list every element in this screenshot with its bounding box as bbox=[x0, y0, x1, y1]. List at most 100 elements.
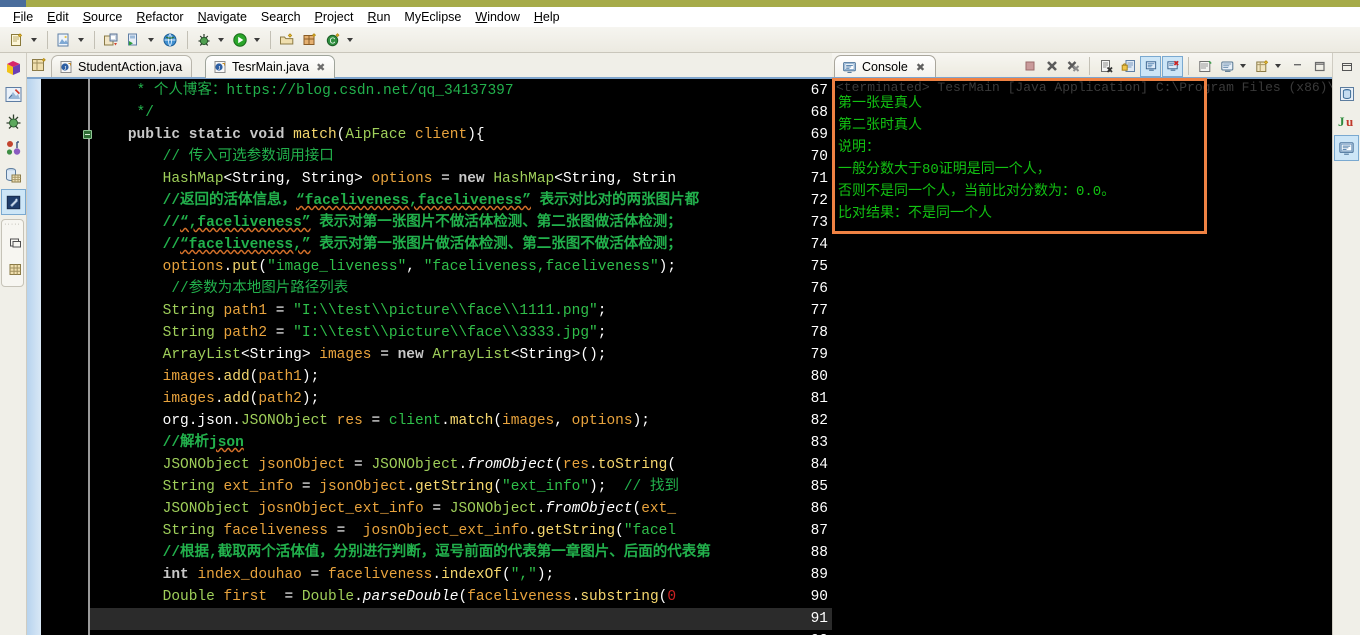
line-number: 91 bbox=[810, 611, 828, 627]
editor-area: J StudentAction.java J TesrMain.java ✖ *… bbox=[27, 53, 832, 635]
close-icon[interactable]: ✖ bbox=[316, 61, 325, 74]
console-scrollbar[interactable] bbox=[1318, 105, 1332, 635]
maximize-icon[interactable] bbox=[1309, 56, 1330, 77]
outline-icon[interactable] bbox=[3, 256, 28, 282]
show-console-on-error-icon[interactable] bbox=[1162, 55, 1183, 77]
menu-item-project[interactable]: Project bbox=[308, 8, 361, 27]
new-wizard-icon[interactable] bbox=[6, 29, 28, 51]
code-editor[interactable]: * 个人博客：https://blog.csdn.net/qq_34137397… bbox=[27, 79, 832, 635]
line-number: 92 bbox=[786, 630, 828, 635]
editor-tab-label: TesrMain.java bbox=[232, 60, 310, 74]
print-dropdown-caret[interactable] bbox=[76, 29, 85, 51]
code-line: //返回的活体信息，“faceliveness,faceliveness” 表示… bbox=[93, 193, 700, 209]
open-type-icon[interactable] bbox=[276, 29, 298, 51]
menu-item-help[interactable]: Help bbox=[527, 8, 567, 27]
java-editor-icon[interactable] bbox=[1, 189, 26, 215]
console-toolbar bbox=[1018, 55, 1330, 77]
close-icon[interactable]: ✖ bbox=[916, 61, 925, 74]
pin-console-icon[interactable] bbox=[1252, 56, 1273, 77]
open-browser-icon[interactable] bbox=[159, 29, 181, 51]
external-tools-caret[interactable] bbox=[146, 29, 155, 51]
code-line: ArrayList<String> images = new ArrayList… bbox=[162, 347, 607, 363]
line-number: 83 bbox=[810, 435, 828, 451]
annotation-ruler[interactable] bbox=[27, 79, 41, 635]
minimize-icon[interactable] bbox=[1287, 56, 1308, 77]
clear-console-icon[interactable] bbox=[1096, 56, 1117, 77]
debug-icon[interactable] bbox=[193, 29, 215, 51]
line-number: 80 bbox=[810, 369, 828, 385]
show-console-on-output-icon[interactable] bbox=[1140, 55, 1161, 77]
line-number: 67 bbox=[810, 83, 828, 99]
svg-text:C: C bbox=[330, 36, 336, 45]
console-icon bbox=[842, 60, 857, 75]
package-explorer-icon[interactable] bbox=[1, 54, 26, 80]
new-java-package-icon[interactable] bbox=[299, 29, 321, 51]
console-tab-label: Console bbox=[862, 60, 908, 74]
myeclipse-explorer-icon[interactable] bbox=[1, 81, 26, 107]
display-console-caret[interactable] bbox=[1238, 55, 1247, 77]
run-caret[interactable] bbox=[252, 29, 261, 51]
java-file-icon: J bbox=[59, 60, 73, 74]
debug-caret[interactable] bbox=[216, 29, 225, 51]
code-line: // 传入可选参数调用接口 bbox=[93, 149, 334, 165]
main-toolbar: C bbox=[0, 27, 1360, 53]
restore-icon[interactable] bbox=[1334, 54, 1359, 80]
menu-item-myeclipse[interactable]: MyEclipse bbox=[397, 8, 468, 27]
new-java-class-icon[interactable]: C bbox=[322, 29, 344, 51]
code-line: JSONObject jsonObject = JSONObject.fromO… bbox=[162, 457, 677, 473]
console-output[interactable]: <terminated> TesrMain [Java Application]… bbox=[832, 79, 1332, 635]
pin-caret[interactable] bbox=[1273, 55, 1282, 77]
right-fast-view-bar: Ju bbox=[1332, 53, 1360, 635]
menu-item-refactor[interactable]: Refactor bbox=[129, 8, 190, 27]
run-icon[interactable] bbox=[229, 29, 251, 51]
save-as-icon[interactable] bbox=[100, 29, 122, 51]
menu-item-edit[interactable]: Edit bbox=[40, 8, 76, 27]
line-number: 81 bbox=[810, 391, 828, 407]
menu-item-file[interactable]: File bbox=[6, 8, 40, 27]
code-line: public static void match(AipFace client)… bbox=[127, 127, 485, 143]
new-class-caret[interactable] bbox=[345, 29, 354, 51]
editor-tab-tesrmain[interactable]: J TesrMain.java ✖ bbox=[205, 55, 336, 78]
console-output-line: 第一张是真人 bbox=[838, 96, 922, 112]
editor-tab-label: StudentAction.java bbox=[78, 60, 183, 74]
debug-perspective-icon[interactable] bbox=[1, 108, 26, 134]
console-icon[interactable] bbox=[1334, 135, 1359, 161]
display-selected-console-icon[interactable] bbox=[1217, 56, 1238, 77]
menu-item-run[interactable]: Run bbox=[360, 8, 397, 27]
hierarchy-icon[interactable] bbox=[1, 135, 26, 161]
fast-view-group: ····· bbox=[1, 219, 24, 287]
toolbar-separator bbox=[1188, 57, 1189, 75]
editor-area-icon[interactable] bbox=[30, 56, 49, 75]
menu-item-navigate[interactable]: Navigate bbox=[191, 8, 254, 27]
run-external-tools-icon[interactable] bbox=[123, 29, 145, 51]
code-line: HashMap<String, String> options = new Ha… bbox=[162, 171, 677, 187]
code-line: String faceliveness = josnObject_ext_inf… bbox=[162, 523, 677, 539]
menu-item-search[interactable]: Search bbox=[254, 8, 308, 27]
print-preview-icon[interactable] bbox=[53, 29, 75, 51]
toolbar-separator bbox=[47, 30, 48, 49]
db-explorer-icon[interactable] bbox=[1334, 81, 1359, 107]
line-number: 89 bbox=[810, 567, 828, 583]
db-browser-icon[interactable] bbox=[1, 162, 26, 188]
menu-item-source[interactable]: Source bbox=[76, 8, 130, 27]
editor-tab-studentaction[interactable]: J StudentAction.java bbox=[51, 55, 193, 78]
editor-tab-row: J StudentAction.java J TesrMain.java ✖ bbox=[27, 53, 832, 79]
terminate-icon[interactable] bbox=[1019, 56, 1040, 77]
line-number: 86 bbox=[810, 501, 828, 517]
toolbar-separator bbox=[94, 30, 95, 49]
drag-handle-dots[interactable]: ····· bbox=[2, 221, 23, 228]
code-line: int index_douhao = faceliveness.indexOf(… bbox=[162, 567, 555, 583]
line-number: 75 bbox=[810, 259, 828, 275]
new-dropdown-caret[interactable] bbox=[29, 29, 38, 51]
toolbar-separator bbox=[1089, 57, 1090, 75]
remove-launch-icon[interactable] bbox=[1041, 56, 1062, 77]
console-tab[interactable]: Console ✖ bbox=[834, 55, 937, 78]
console-output-line: 一般分数大于80证明是同一个人， bbox=[838, 162, 1051, 178]
remove-all-terminated-icon[interactable] bbox=[1063, 56, 1084, 77]
junit-icon[interactable]: Ju bbox=[1334, 108, 1359, 134]
minimize-icon[interactable] bbox=[3, 229, 28, 255]
open-console-icon[interactable] bbox=[1195, 56, 1216, 77]
menu-item-window[interactable]: Window bbox=[468, 8, 526, 27]
scroll-lock-icon[interactable] bbox=[1118, 56, 1139, 77]
code-folding-marker[interactable] bbox=[83, 130, 92, 139]
